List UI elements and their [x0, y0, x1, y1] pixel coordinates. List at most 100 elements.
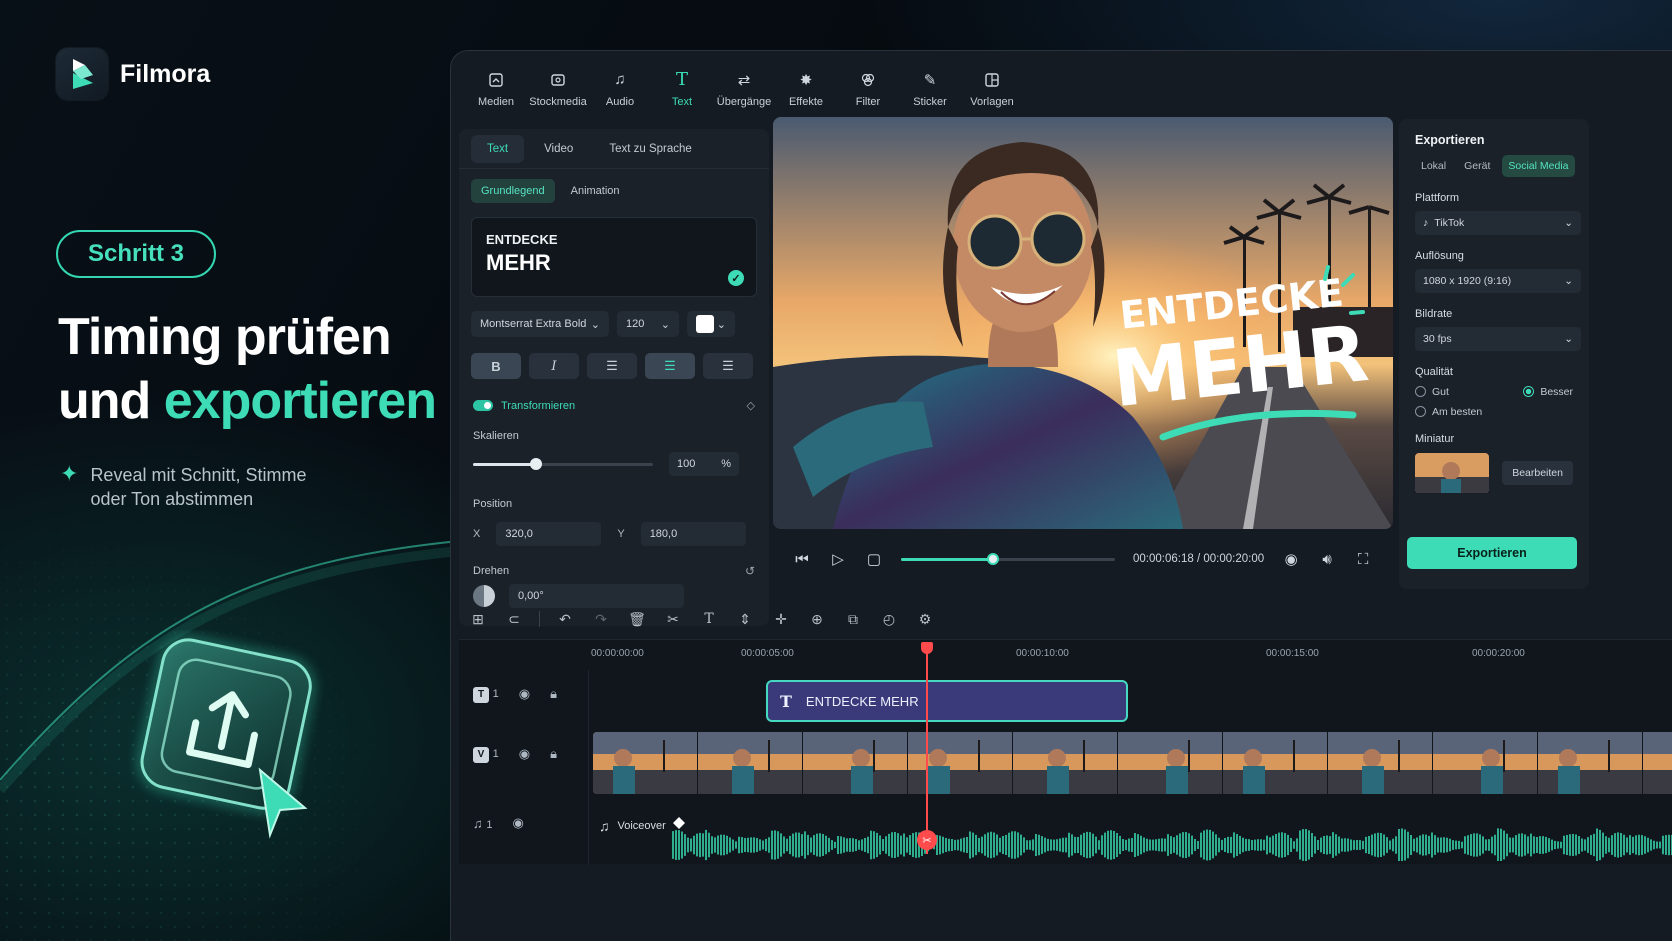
chevron-down-icon: ⌄	[1564, 217, 1573, 229]
subtab-animation[interactable]: Animation	[561, 179, 630, 203]
playhead-scissors-icon[interactable]: ✂	[917, 830, 937, 850]
tool-text[interactable]: T Text	[651, 51, 713, 126]
align-left-button[interactable]: ☰	[587, 353, 637, 379]
delete-icon[interactable]: 🗑︎	[626, 608, 648, 630]
export-tab-social[interactable]: Social Media	[1502, 155, 1575, 177]
time-readout: 00:00:06:18 / 00:00:20:00	[1133, 553, 1264, 565]
media-icon	[486, 70, 506, 90]
playback-controls: ⏮ ▷ ▢ 00:00:06:18 / 00:00:20:00 ◉ 🔊︎ ⛶	[773, 529, 1393, 589]
tool-uebergaenge[interactable]: ⇄ Übergänge	[713, 51, 775, 126]
quality-option-better[interactable]: Besser	[1523, 386, 1573, 398]
undo-icon[interactable]: ↶	[554, 608, 576, 630]
audio-clip[interactable]	[593, 805, 1672, 861]
tool-filter[interactable]: Filter	[837, 51, 899, 126]
transform-toggle[interactable]	[473, 400, 493, 411]
transform-label-wrap: Transformieren	[473, 400, 575, 412]
filter-icon	[858, 70, 878, 90]
fullscreen-icon[interactable]: ⛶	[1354, 551, 1372, 568]
tick-label: 00:00:10:00	[1016, 648, 1069, 659]
tab-video[interactable]: Video	[528, 135, 589, 163]
play-icon[interactable]: ▷	[829, 550, 847, 568]
chevron-down-icon: ⌄	[660, 318, 670, 331]
export-button[interactable]: Exportieren	[1407, 537, 1577, 569]
audio-track-icon: ♫	[473, 815, 483, 831]
font-family-select[interactable]: Montserrat Extra Bold ⌄	[471, 311, 609, 337]
eye-icon[interactable]: ◉	[519, 686, 530, 702]
crop-icon[interactable]: ⧉	[842, 608, 864, 630]
tab-text-to-speech[interactable]: Text zu Sprache	[593, 135, 707, 163]
tool-audio[interactable]: ♫ Audio	[589, 51, 651, 126]
subtext-line-1: Reveal mit Schnitt, Stimme	[90, 465, 307, 485]
edit-thumbnail-button[interactable]: Bearbeiten	[1502, 461, 1573, 485]
chevron-down-icon: ⌄	[1564, 275, 1573, 287]
tool-effekte[interactable]: ✸ Effekte	[775, 51, 837, 126]
text-content-line-1: ENTDECKE	[486, 232, 558, 247]
tool-medien[interactable]: Medien	[465, 51, 527, 126]
eye-icon[interactable]: ◉	[513, 815, 524, 831]
text-clip[interactable]: T ENTDECKE MEHR	[766, 680, 1128, 722]
tool-label: Filter	[855, 95, 881, 108]
audio-clip-label-wrap: ♫ Voiceover	[599, 818, 666, 834]
text-content-field[interactable]: ENTDECKE MEHR ✓	[471, 217, 757, 297]
export-title: Exportieren	[1415, 133, 1485, 147]
split-icon[interactable]: ✛	[770, 608, 792, 630]
font-color-select[interactable]: ⌄	[687, 311, 735, 337]
eye-icon[interactable]: ◉	[519, 746, 530, 762]
video-preview[interactable]: ENTDECKE MEHR	[773, 117, 1393, 529]
framerate-select[interactable]: 30 fps ⌄	[1415, 327, 1581, 351]
y-input[interactable]: 180,0	[640, 522, 746, 546]
chevron-down-icon: ⌄	[590, 318, 600, 331]
track-index: 1	[492, 748, 499, 760]
magnet-icon[interactable]: ⊂	[503, 608, 525, 630]
scale-label: Skalieren	[473, 430, 519, 442]
step-back-icon[interactable]: ⏮	[793, 551, 811, 568]
tool-stockmedia[interactable]: Stockmedia	[527, 51, 589, 126]
step-badge: Schritt 3	[56, 230, 216, 278]
playback-progress[interactable]	[901, 552, 1115, 565]
tool-vorlagen[interactable]: Vorlagen	[961, 51, 1023, 126]
x-input[interactable]: 320,0	[496, 522, 602, 546]
redo-icon[interactable]: ↷	[590, 608, 612, 630]
diamond-icon[interactable]: ◇	[747, 399, 755, 412]
bold-button[interactable]: B	[471, 353, 521, 379]
reset-icon[interactable]: ↺	[745, 564, 755, 578]
quality-option-best[interactable]: Am besten	[1415, 406, 1482, 418]
lock-icon[interactable]: 🔒︎	[550, 746, 557, 762]
align-center-button[interactable]: ☰	[645, 353, 695, 379]
fit-icon[interactable]: ⇕	[734, 608, 756, 630]
font-size-value: 120	[626, 318, 645, 330]
export-tab-local[interactable]: Lokal	[1415, 155, 1452, 177]
align-right-button[interactable]: ☰	[703, 353, 753, 379]
scale-slider[interactable]	[473, 457, 653, 470]
scissors-icon[interactable]: ✂	[662, 608, 684, 630]
volume-icon[interactable]: 🔊︎	[1318, 551, 1336, 568]
transform-header[interactable]: Transformieren ◇	[459, 385, 769, 412]
add-text-icon[interactable]: T	[698, 608, 720, 630]
lock-icon[interactable]: 🔒︎	[550, 686, 557, 702]
italic-button[interactable]: I	[529, 353, 579, 379]
tool-sticker[interactable]: ✎ Sticker	[899, 51, 961, 126]
current-time: 00:00:06:18	[1133, 553, 1194, 565]
scale-slider-knob[interactable]	[530, 457, 542, 470]
speed-icon[interactable]: ◴	[878, 608, 900, 630]
editor-window: Medien Stockmedia ♫ Audio T Text ⇄ Übergäng…	[450, 50, 1672, 941]
export-tab-device[interactable]: Gerät	[1458, 155, 1496, 177]
font-size-select[interactable]: 120 ⌄	[617, 311, 679, 337]
playback-progress-knob[interactable]	[987, 552, 1000, 565]
playhead[interactable]	[926, 644, 928, 854]
scale-input[interactable]: 100%	[669, 452, 739, 476]
stop-icon[interactable]: ▢	[865, 550, 883, 568]
tab-text[interactable]: Text	[471, 134, 525, 163]
bold-icon: B	[491, 358, 501, 374]
color-swatch	[696, 315, 714, 333]
settings-icon[interactable]: ⚙	[914, 608, 936, 630]
platform-select[interactable]: ♪ TikTok ⌄	[1415, 211, 1581, 235]
grid-icon[interactable]: ⊞	[467, 608, 489, 630]
zoom-icon[interactable]: ⊕	[806, 608, 828, 630]
camera-icon[interactable]: ◉	[1282, 550, 1300, 568]
quality-option-good[interactable]: Gut	[1415, 386, 1449, 398]
video-clip[interactable]	[593, 732, 1672, 794]
resolution-select[interactable]: 1080 x 1920 (9:16) ⌄	[1415, 269, 1581, 293]
playhead-handle[interactable]	[921, 642, 933, 654]
subtab-basic[interactable]: Grundlegend	[471, 179, 555, 203]
